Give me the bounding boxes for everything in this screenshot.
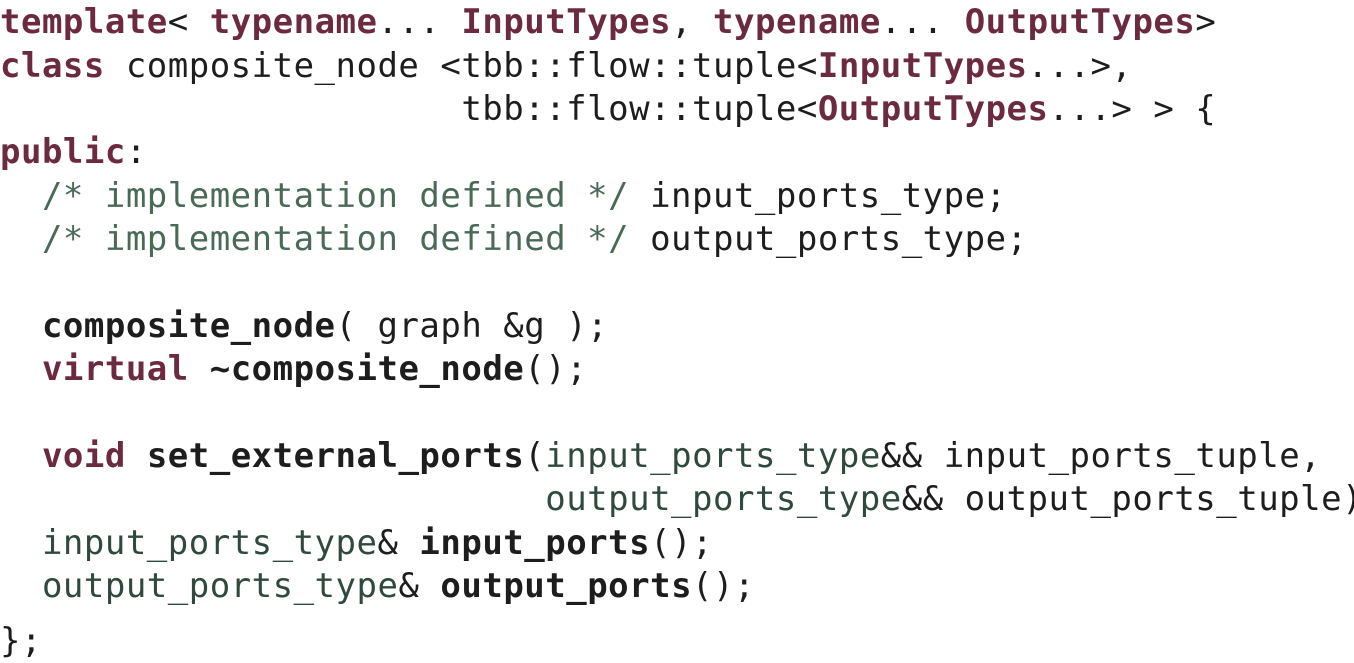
code-line-13: input_ports_type& input_ports(); [0, 521, 713, 565]
code-line-9: virtual ~composite_node(); [0, 347, 587, 391]
code-text: > [1195, 2, 1217, 42]
code-text: output_ports_type; [629, 219, 1028, 259]
code-text: (); [524, 349, 588, 389]
code-text: , [671, 2, 714, 42]
comment-token: /* implementation defined */ [41, 219, 630, 259]
function-name-token: composite_node [41, 306, 336, 346]
code-text: ... [377, 2, 462, 42]
type-name-token: output_ports_type [41, 566, 399, 606]
keyword-token: class [0, 46, 105, 86]
comment-token: /* implementation defined */ [41, 176, 630, 216]
code-line-14: output_ports_type& output_ports(); [0, 564, 755, 608]
type-token: InputTypes [461, 2, 672, 42]
code-text: tbb::flow::tuple< [0, 89, 818, 129]
keyword-token: typename [209, 2, 378, 42]
code-text: : [125, 132, 147, 172]
code-text: input_ports_type; [629, 176, 1007, 216]
code-line-3: tbb::flow::tuple<OutputTypes...> > { [0, 87, 1216, 131]
code-text: ... [880, 2, 965, 42]
code-line-11: void set_external_ports(input_ports_type… [0, 434, 1321, 478]
code-text: composite_node <tbb::flow::tuple< [104, 46, 818, 86]
code-line-2: class composite_node <tbb::flow::tuple<I… [0, 44, 1132, 88]
code-line-4: public: [0, 130, 147, 174]
function-name-token: ~composite_node [209, 349, 525, 389]
code-line-1: template< typename... InputTypes, typena… [0, 0, 1216, 44]
code-line-15: }; [0, 619, 42, 663]
type-name-token: output_ports_type [545, 479, 902, 519]
code-text: ( [524, 436, 546, 476]
code-text: && output_ports_tuple); [901, 479, 1354, 519]
code-text: ( graph &g ); [335, 306, 609, 346]
code-text: & [377, 523, 420, 563]
code-text: ...> > { [1048, 89, 1217, 129]
keyword-token: typename [713, 2, 881, 42]
function-name-token: set_external_ports [146, 436, 525, 476]
keyword-token: void [41, 436, 126, 476]
code-text: & [398, 566, 441, 606]
keyword-token: public [0, 132, 126, 172]
code-line-6: /* implementation defined */ output_port… [0, 217, 1028, 261]
function-name-token: input_ports [419, 523, 651, 563]
keyword-token: template [0, 2, 168, 42]
type-token: OutputTypes [817, 89, 1049, 129]
code-line-8: composite_node( graph &g ); [0, 304, 608, 348]
code-text: }; [0, 621, 42, 661]
code-line-12: output_ports_type&& output_ports_tuple); [0, 477, 1354, 521]
code-line-5: /* implementation defined */ input_ports… [0, 174, 1007, 218]
type-token: InputTypes [817, 46, 1028, 86]
type-name-token: input_ports_type [545, 436, 881, 476]
function-name-token: output_ports [440, 566, 693, 606]
type-name-token: input_ports_type [41, 523, 378, 563]
code-text: ...>, [1027, 46, 1133, 86]
code-text: < [167, 2, 210, 42]
code-text: (); [692, 566, 755, 606]
type-token: OutputTypes [964, 2, 1196, 42]
code-listing: template< typename... InputTypes, typena… [0, 0, 1354, 663]
code-text: (); [650, 523, 714, 563]
keyword-token: virtual [41, 349, 189, 389]
code-text: && input_ports_tuple, [880, 436, 1322, 476]
